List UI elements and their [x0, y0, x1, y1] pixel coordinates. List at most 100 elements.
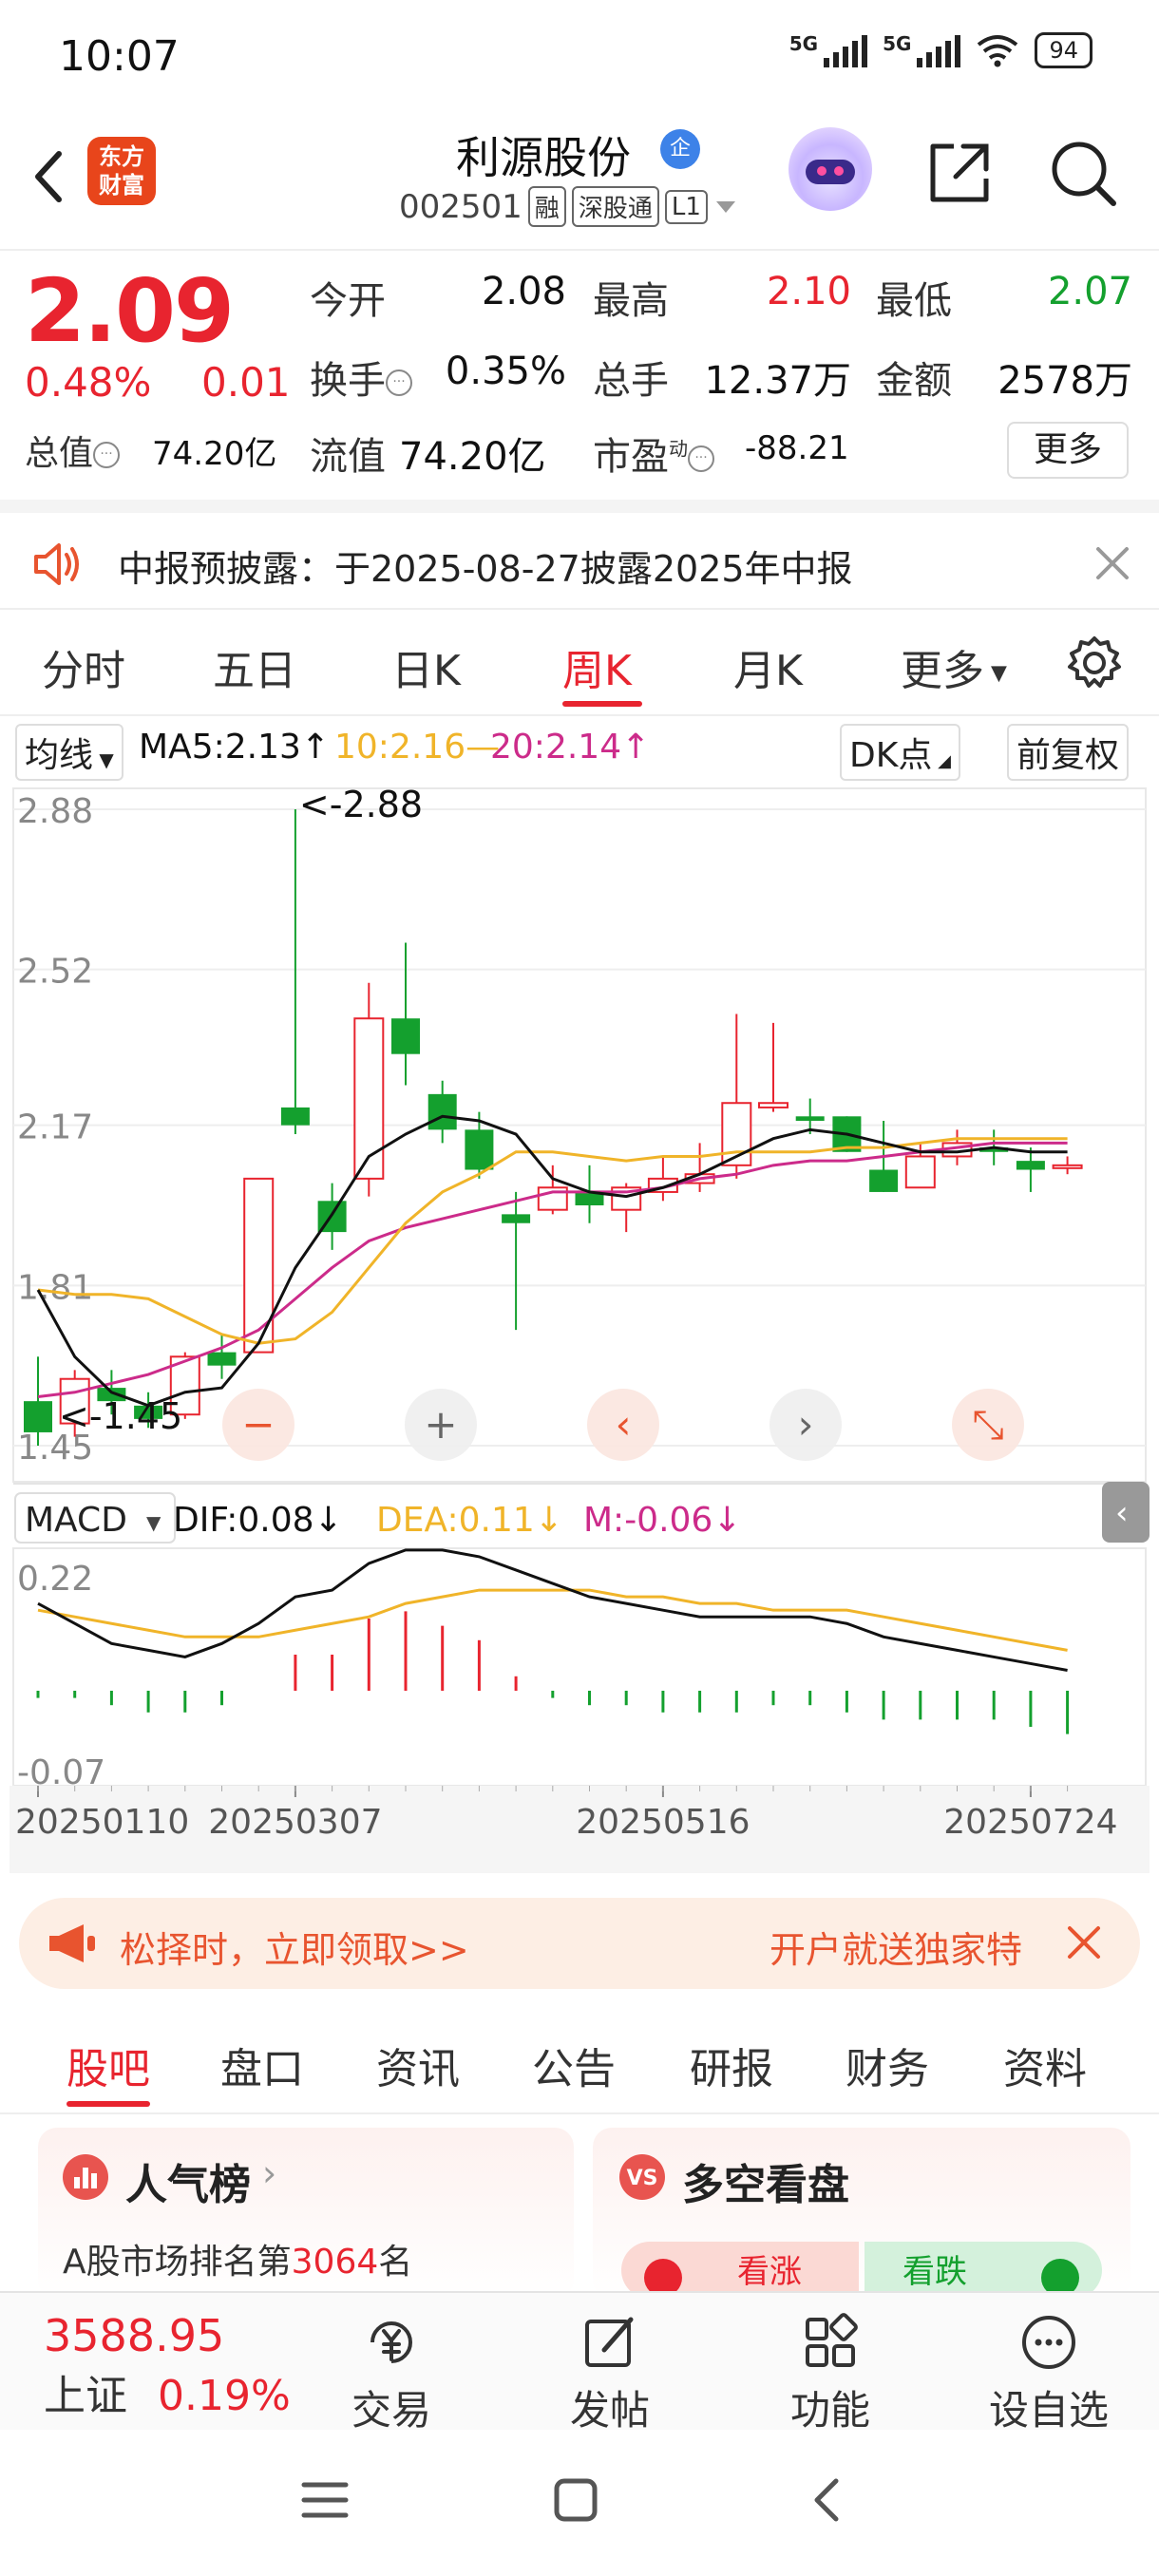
candle-body-down	[24, 1401, 52, 1432]
wifi-icon	[978, 35, 1018, 67]
candle-body-up	[1052, 1164, 1083, 1169]
signal-icon	[917, 33, 961, 67]
scroll-left-icon: ‹	[616, 1401, 632, 1448]
dropdown-caret-icon[interactable]	[713, 198, 738, 217]
status-time: 10:07	[59, 32, 180, 81]
add-watchlist-button[interactable]: 设自选	[963, 2312, 1134, 2436]
turnover-value: 0.35%	[445, 350, 566, 393]
zoom-in-icon: +	[424, 1401, 457, 1448]
bear-button[interactable]: 看跌	[864, 2242, 1102, 2299]
float-label: 流值	[310, 435, 386, 479]
tab-weekly-k[interactable]: 周K	[562, 636, 632, 697]
stock-code-row[interactable]: 002501 融 深股通 L1	[399, 186, 738, 227]
macd-caret-icon: ▼	[146, 1511, 162, 1534]
ai-assistant-icon[interactable]	[788, 127, 872, 211]
bull-bear-card[interactable]: VS 多空看盘 看涨 看跌	[593, 2128, 1130, 2299]
tag-level: L1	[664, 189, 708, 224]
amount-label: 金额	[876, 359, 952, 403]
menu-icon[interactable]	[300, 2475, 350, 2525]
tab-forum[interactable]: 股吧	[66, 2035, 150, 2095]
tab-research[interactable]: 研报	[690, 2035, 773, 2095]
stock-name: 利源股份	[456, 132, 631, 183]
chevron-right-icon: ›	[262, 2152, 277, 2194]
mktcap-value: 74.20亿	[152, 435, 277, 473]
k-line-chart[interactable]: 2.882.522.171.811.45<-2.88<-1.45− + ‹ › ⤡MAC…	[10, 779, 1150, 1881]
settings-gear-icon[interactable]	[1064, 633, 1125, 693]
info-icon[interactable]: ···	[386, 369, 412, 396]
popularity-rank-text: A股市场排名第3064名	[63, 2243, 413, 2282]
tag-margin: 融	[527, 186, 566, 227]
chart-period-tabs: 分时 五日 日K 周K 月K 更多 ▼	[0, 610, 1159, 716]
pe-label: 市盈动 ···	[593, 426, 714, 481]
tab-intraday[interactable]: 分时	[42, 636, 125, 697]
ma-select[interactable]: 均线 ▼	[15, 724, 124, 781]
tab-five-day[interactable]: 五日	[213, 636, 296, 697]
last-price: 2.09	[25, 260, 235, 362]
megaphone-icon	[49, 1924, 95, 1962]
home-icon[interactable]	[551, 2475, 600, 2525]
x-tick-label: 20250516	[576, 1803, 750, 1842]
content-tabs: 股吧 盘口 资讯 公告 研报 财务 资料	[0, 2008, 1159, 2114]
bottom-action-bar: 3588.95 上证 0.19% 交易 发帖 功能 设自选	[0, 2291, 1159, 2434]
vs-icon: VS	[619, 2154, 665, 2200]
dk-point-select[interactable]: DK点 ◢	[840, 724, 960, 781]
tab-announcements[interactable]: 公告	[532, 2035, 616, 2095]
close-icon[interactable]	[1089, 540, 1136, 587]
search-icon[interactable]	[1045, 135, 1121, 211]
info-icon[interactable]: ···	[688, 445, 714, 472]
candle-body-up	[904, 1155, 936, 1189]
back-icon[interactable]	[21, 139, 78, 215]
fullscreen-icon: ⤡	[972, 1401, 1004, 1448]
ma-indicator-bar: 均线 ▼ MA5:2.13↑ 10:2.16— 20:2.14↑ DK点 ◢ 前…	[0, 718, 1159, 781]
share-icon[interactable]	[922, 135, 998, 211]
network-label-2: 5G	[883, 32, 912, 55]
network-label-1: 5G	[788, 32, 819, 55]
max-price-label: <-2.88	[299, 784, 423, 825]
tab-order-book[interactable]: 盘口	[220, 2035, 304, 2095]
tab-daily-k[interactable]: 日K	[391, 636, 461, 697]
candle-body-down	[391, 1018, 420, 1054]
candle-body-down	[280, 1107, 310, 1126]
svg-text:VS: VS	[627, 2167, 658, 2190]
candle-body-down	[207, 1352, 237, 1366]
y-tick-label: 2.17	[17, 1108, 93, 1147]
macd-frame	[12, 1547, 1147, 1787]
y-tick-label: 2.52	[17, 953, 93, 992]
open-value: 2.08	[481, 270, 566, 313]
candle-body-up	[243, 1177, 275, 1354]
bull-bear-title: 多空看盘	[682, 2161, 849, 2209]
promo-banner[interactable]: 松择时，立即领取>> 开户就送独家特	[19, 1898, 1140, 1989]
index-name: 上证	[44, 2372, 127, 2420]
low-label: 最低	[876, 279, 952, 323]
post-button[interactable]: 发帖	[524, 2312, 695, 2436]
active-subtab-underline	[66, 2101, 150, 2107]
ranking-icon	[63, 2154, 108, 2200]
ma5-value: MA5:2.13↑	[139, 728, 331, 767]
notice-bar[interactable]: 中报预披露：于2025-08-27披露2025年中报	[0, 500, 1159, 610]
open-label: 今开	[310, 279, 386, 323]
features-button[interactable]: 功能	[745, 2312, 916, 2436]
more-button[interactable]: 更多	[1007, 422, 1129, 479]
bull-button[interactable]: 看涨	[621, 2242, 859, 2299]
high-label: 最高	[593, 279, 669, 323]
tab-more[interactable]: 更多 ▼	[901, 636, 1007, 697]
tab-monthly-k[interactable]: 月K	[733, 636, 803, 697]
more-circle-icon	[1022, 2316, 1075, 2369]
candle-body-down	[795, 1116, 825, 1121]
close-icon[interactable]	[1060, 1919, 1108, 1966]
tab-profile[interactable]: 资料	[1003, 2035, 1087, 2095]
stock-header: 东方 财富 利源股份 企 002501 融 深股通 L1	[0, 114, 1159, 247]
tab-financials[interactable]: 财务	[846, 2035, 929, 2095]
info-icon[interactable]: ···	[93, 442, 121, 468]
promo-text-left: 松择时，立即领取>>	[120, 1929, 469, 1971]
tab-news[interactable]: 资讯	[376, 2035, 460, 2095]
promo-text-right: 开户就送独家特	[770, 1929, 1023, 1971]
x-tick-label: 20250724	[943, 1803, 1117, 1842]
popularity-card[interactable]: 人气榜 › A股市场排名第3064名	[38, 2128, 574, 2299]
trade-button[interactable]: 交易	[306, 2312, 477, 2436]
index-ticker[interactable]: 3588.95 上证 0.19%	[44, 2310, 329, 2422]
candle-body-down	[1016, 1161, 1045, 1170]
chevron-left-icon: ‹	[1115, 1494, 1129, 1532]
nav-back-icon[interactable]	[804, 2475, 853, 2525]
adjust-select[interactable]: 前复权	[1007, 724, 1130, 781]
